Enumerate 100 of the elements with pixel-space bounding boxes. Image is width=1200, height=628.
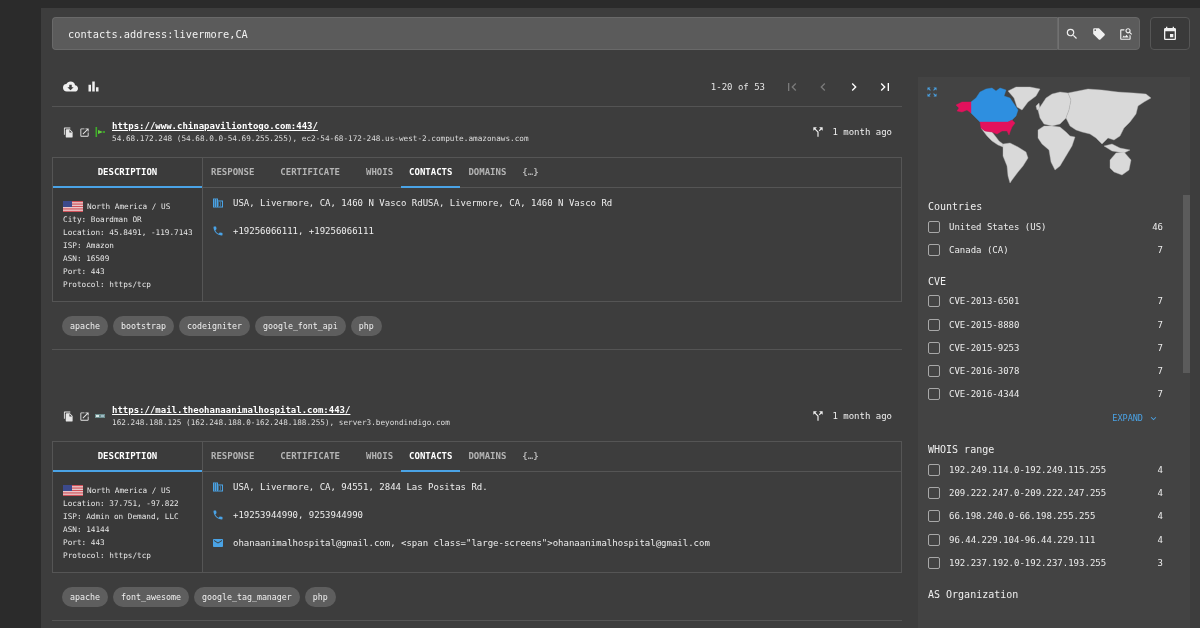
facet-label: CVE-2013-6501 [949, 296, 1020, 307]
technology-tag[interactable]: php [304, 587, 336, 607]
facet-count: 7 [1157, 244, 1163, 255]
facet-label: 66.198.240.0-66.198.255.255 [949, 511, 1096, 522]
tab[interactable]: RESPONSE [203, 442, 263, 472]
us-flag-icon [63, 200, 83, 212]
copy-icon [63, 410, 74, 422]
tab[interactable]: DOMAINS [460, 442, 515, 472]
external-link-icon [79, 126, 90, 138]
facet-count: 7 [1157, 366, 1163, 377]
facet-label: CVE-2015-8880 [949, 319, 1020, 330]
facet-label: 192.249.114.0-192.249.115.255 [949, 464, 1107, 475]
us-flag-icon [63, 484, 83, 496]
expand-button[interactable]: EXPAND [1112, 412, 1159, 424]
facet-count: 4 [1157, 464, 1163, 475]
technology-tag[interactable]: apache [62, 587, 108, 607]
checkbox[interactable] [928, 295, 940, 308]
facet-label: CVE-2015-9253 [949, 342, 1020, 353]
checkbox[interactable] [928, 463, 940, 476]
cloud-download-icon [63, 79, 78, 94]
technology-tag[interactable]: font_awesome [113, 587, 189, 607]
expand-map-button[interactable] [926, 86, 938, 98]
building-icon [212, 481, 224, 493]
search-icon [1064, 26, 1079, 41]
tab[interactable]: WHOIS [357, 158, 402, 188]
building-icon [212, 197, 224, 209]
facet-label: United States (US) [949, 221, 1047, 232]
url-link[interactable]: https://mail.theohanaanimalhospital.com:443/ [112, 404, 351, 416]
checkbox[interactable] [928, 341, 940, 354]
envelope-icon [212, 537, 224, 549]
split-arrows-icon [811, 125, 826, 139]
checkbox[interactable] [928, 318, 940, 331]
open-link-button[interactable] [79, 410, 90, 422]
checkbox[interactable] [928, 220, 940, 233]
last-seen-time: 1 month ago [832, 127, 892, 137]
facet-count: 7 [1157, 342, 1163, 353]
technology-tag[interactable]: google_font_api [254, 316, 346, 336]
bar-chart-icon [86, 79, 101, 94]
checkbox[interactable] [928, 388, 940, 401]
copy-button[interactable] [63, 126, 74, 138]
checkbox[interactable] [928, 510, 940, 523]
url-link[interactable]: https://www.chinapaviliontogo.com:443/ [112, 120, 318, 132]
technology-tag[interactable]: google_tag_manager [193, 587, 300, 607]
page-range: 1-20 of 53 [710, 81, 765, 92]
facet-count: 7 [1157, 296, 1163, 307]
copy-button[interactable] [63, 410, 74, 422]
facet-count: 3 [1157, 557, 1163, 568]
technology-tag[interactable]: apache [62, 316, 108, 336]
tab[interactable]: CONTACTS [401, 442, 461, 472]
facet-count: 7 [1157, 319, 1163, 330]
tab[interactable]: WHOIS [357, 442, 402, 472]
tab[interactable]: RESPONSE [203, 158, 263, 188]
facet-count: 4 [1157, 534, 1163, 545]
checkbox[interactable] [928, 533, 940, 546]
expand-icon [926, 86, 938, 98]
facet-label: Canada (CA) [949, 244, 1009, 255]
facet-label: CVE-2016-3078 [949, 366, 1020, 377]
tab[interactable]: CERTIFICATE [262, 442, 358, 472]
facet-label: CVE-2016-4344 [949, 389, 1020, 400]
chart-button[interactable] [86, 79, 101, 94]
technology-tag[interactable]: codeigniter [178, 316, 250, 336]
tab[interactable]: CONTACTS [401, 158, 461, 188]
facet-label: 209.222.247.0-209.222.247.255 [949, 488, 1107, 498]
scrollbar-thumb[interactable] [1183, 195, 1190, 373]
facet-count: 46 [1152, 221, 1163, 232]
split-arrows-icon [811, 409, 826, 423]
facet-count: 4 [1157, 488, 1163, 498]
checkbox[interactable] [928, 487, 940, 499]
technology-tag[interactable]: php [350, 316, 382, 336]
technology-tag[interactable]: bootstrap [113, 316, 174, 336]
contact-text: USA, Livermore, CA, 94551, 2844 Las Positas Rd. [233, 482, 488, 492]
calendar-button[interactable] [1150, 17, 1190, 50]
open-link-button[interactable] [79, 126, 90, 138]
facet-label: 192.237.192.0-192.237.193.255 [949, 557, 1107, 568]
search-field[interactable]: contacts.address:livermore,CA [52, 17, 1057, 50]
calendar-icon [1162, 25, 1178, 42]
phone-icon [212, 509, 224, 521]
phone-icon [212, 225, 224, 237]
facet-title: CVE [928, 274, 948, 289]
tab[interactable]: {…} [514, 442, 547, 472]
last-seen-time: 1 month ago [832, 411, 892, 421]
download-button[interactable] [63, 79, 78, 94]
facet-title: WHOIS range [928, 443, 996, 458]
tab[interactable]: DOMAINS [460, 158, 515, 188]
favicon-icon [95, 127, 105, 137]
external-link-icon [79, 410, 90, 422]
tab[interactable]: {…} [514, 158, 547, 188]
tab[interactable]: CERTIFICATE [262, 158, 358, 188]
facet-label: 96.44.229.104-96.44.229.111 [949, 534, 1096, 545]
facet-title: AS Organization [928, 587, 1020, 602]
contact-text: ohanaanimalhospital@gmail.com, <span class="large-screens">ohanaanimalhospital@gmail.com [233, 538, 710, 548]
favicon-icon [95, 411, 105, 421]
facet-count: 7 [1157, 389, 1163, 400]
checkbox[interactable] [928, 243, 940, 256]
checkbox[interactable] [928, 556, 940, 569]
tag-icon [1091, 26, 1106, 41]
facet-count: 4 [1157, 511, 1163, 522]
checkbox[interactable] [928, 365, 940, 378]
copy-icon [63, 126, 74, 138]
contact-text: +19253944990, 9253944990 [233, 510, 364, 520]
